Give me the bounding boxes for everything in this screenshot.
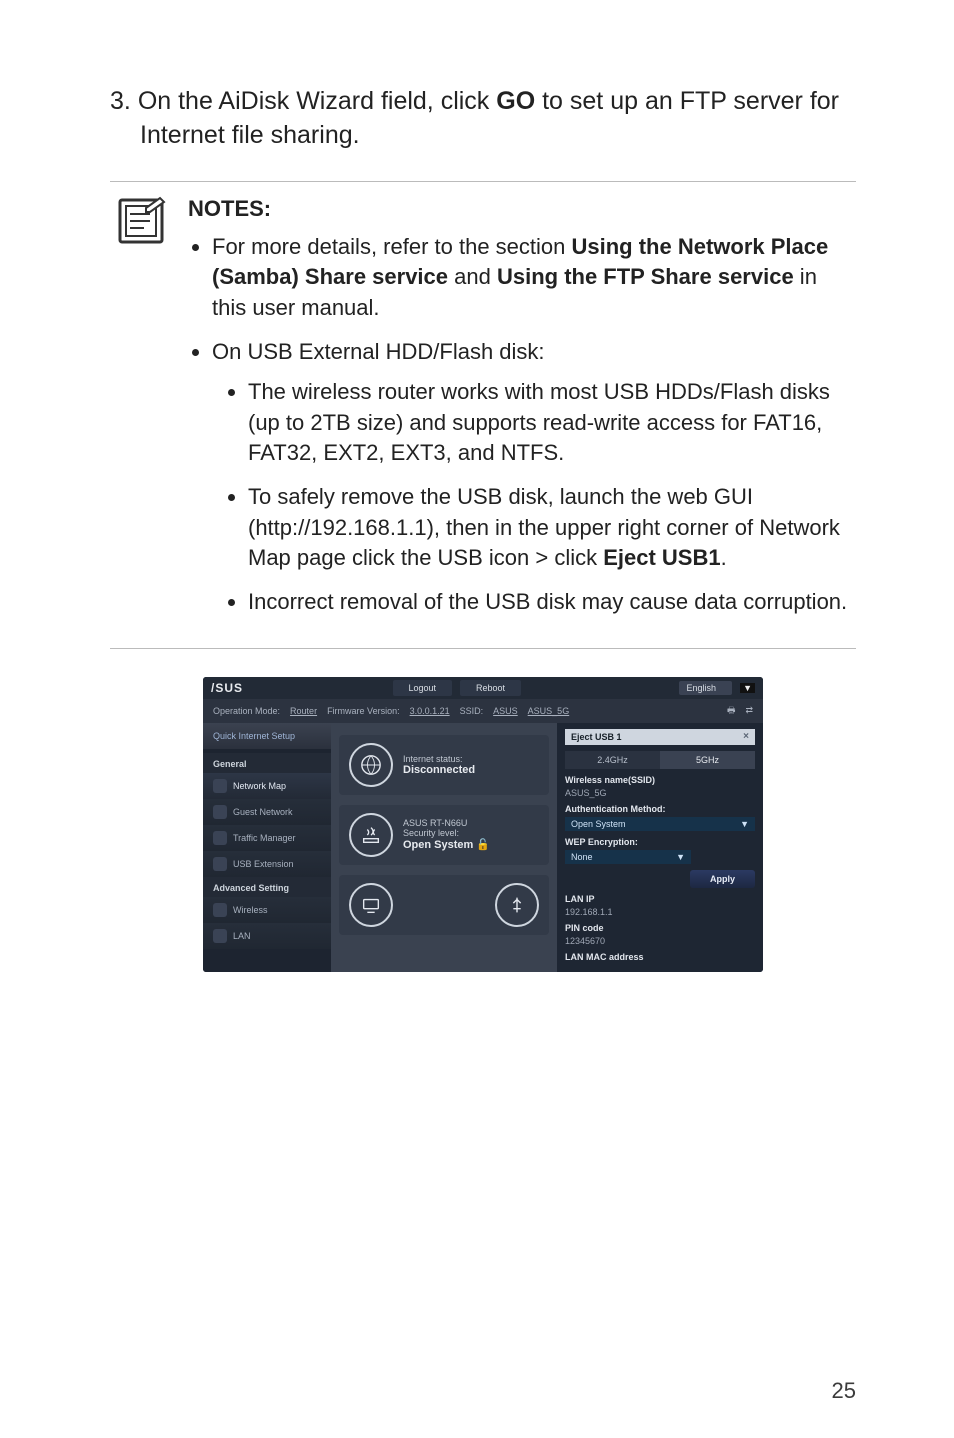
ssid-value: ASUS [493, 706, 518, 716]
mac-label: LAN MAC address [565, 952, 755, 962]
note-sub-c: Incorrect removal of the USB disk may ca… [248, 587, 856, 617]
router-topbar: /SUS Logout Reboot English ▼ [203, 677, 763, 699]
notes-list: For more details, refer to the section U… [188, 232, 856, 618]
sidebar-item-guest-network[interactable]: Guest Network [203, 799, 331, 825]
internet-status-card[interactable]: Internet status: Disconnected [339, 735, 549, 795]
notes-icon [110, 194, 172, 248]
note2b-bold: Eject USB1 [603, 545, 720, 570]
ssid2-value: ASUS_5G [528, 706, 570, 716]
ssid-label-right: Wireless name(SSID) [565, 775, 755, 785]
globe-icon [349, 743, 393, 787]
usb-icon [213, 857, 227, 871]
router-status-bar: Operation Mode: Router Firmware Version:… [203, 699, 763, 723]
logout-button[interactable]: Logout [393, 680, 453, 696]
tab-5ghz[interactable]: 5GHz [660, 751, 755, 769]
notepad-icon [114, 194, 168, 248]
page: 3. On the AiDisk Wizard field, click GO … [0, 0, 954, 1438]
sidebar-item-network-map[interactable]: Network Map [203, 773, 331, 799]
sidebar-section-advanced: Advanced Setting [203, 877, 331, 897]
note2b-prefix: To safely remove the USB disk, launch th… [248, 484, 840, 570]
note-sublist: The wireless router works with most USB … [212, 377, 856, 618]
opmode-label: Operation Mode: [213, 706, 280, 716]
note-item-1: For more details, refer to the section U… [212, 232, 856, 323]
sidebar-item-wireless[interactable]: Wireless [203, 897, 331, 923]
note-sub-b: To safely remove the USB disk, launch th… [248, 482, 856, 573]
language-select[interactable]: English [679, 681, 733, 695]
traffic-icon [213, 831, 227, 845]
notes-title: NOTES: [188, 194, 856, 224]
usb-drive-icon [495, 883, 539, 927]
ssid-value-right: ASUS_5G [565, 788, 755, 798]
monitor-icon [349, 883, 393, 927]
lanip-value: 192.168.1.1 [565, 907, 755, 917]
note1-mid: and [448, 264, 497, 289]
router-icon [349, 813, 393, 857]
router-device-text: ASUS RT-N66U Security level: Open System… [403, 818, 490, 851]
wep-select[interactable]: None▼ [565, 850, 691, 864]
step-bold: GO [496, 87, 535, 115]
band-tabs: 2.4GHz 5GHz [565, 751, 755, 769]
pin-value: 12345670 [565, 936, 755, 946]
step-number: 3. [110, 87, 131, 115]
lock-open-icon: 🔓 [476, 839, 490, 851]
notes-block: NOTES: For more details, refer to the se… [110, 181, 856, 649]
page-number: 25 [832, 1378, 856, 1404]
sidebar-item-traffic-manager[interactable]: Traffic Manager [203, 825, 331, 851]
step-3: 3. On the AiDisk Wizard field, click GO … [110, 85, 856, 153]
router-right-panel: Eject USB 1 2.4GHz 5GHz Wireless name(SS… [557, 723, 763, 972]
note2-text: On USB External HDD/Flash disk: [212, 339, 545, 364]
tab-24ghz[interactable]: 2.4GHz [565, 751, 660, 769]
router-main: Quick Internet Setup General Network Map… [203, 723, 763, 972]
topbar-printer-icon[interactable]: 🖶 [727, 703, 736, 719]
language-dropdown-icon[interactable]: ▼ [740, 683, 755, 693]
router-center: Internet status: Disconnected ASUS RT-N6… [331, 723, 557, 972]
sidebar-section-general: General [203, 753, 331, 773]
clients-card[interactable] [339, 875, 549, 935]
router-device-card[interactable]: ASUS RT-N66U Security level: Open System… [339, 805, 549, 865]
guest-icon [213, 805, 227, 819]
eject-usb-button[interactable]: Eject USB 1 [565, 729, 755, 745]
reboot-button[interactable]: Reboot [460, 680, 521, 696]
auth-select[interactable]: Open System▼ [565, 817, 755, 831]
lan-icon [213, 929, 227, 943]
sidebar-item-lan[interactable]: LAN [203, 923, 331, 949]
lanip-label: LAN IP [565, 894, 755, 904]
opmode-value[interactable]: Router [290, 706, 317, 716]
note-item-2: On USB External HDD/Flash disk: The wire… [212, 337, 856, 618]
router-sidebar: Quick Internet Setup General Network Map… [203, 723, 331, 972]
wireless-icon [213, 903, 227, 917]
auth-label: Authentication Method: [565, 804, 755, 814]
internet-status-text: Internet status: Disconnected [403, 754, 475, 776]
note1-prefix: For more details, refer to the section [212, 234, 572, 259]
fw-label: Firmware Version: [327, 706, 400, 716]
pin-label: PIN code [565, 923, 755, 933]
map-icon [213, 779, 227, 793]
chevron-down-icon: ▼ [676, 852, 685, 862]
step-text-prefix: On the AiDisk Wizard field, click [138, 87, 496, 115]
sidebar-item-usb-extension[interactable]: USB Extension [203, 851, 331, 877]
chevron-down-icon: ▼ [740, 819, 749, 829]
sidebar-qis[interactable]: Quick Internet Setup [203, 723, 331, 749]
note1-bold2: Using the FTP Share service [497, 264, 794, 289]
note2b-suffix: . [721, 545, 727, 570]
note-sub-a: The wireless router works with most USB … [248, 377, 856, 468]
wep-label: WEP Encryption: [565, 837, 755, 847]
notes-body: NOTES: For more details, refer to the se… [188, 194, 856, 632]
topbar-usb-icon[interactable]: ⇄ [745, 705, 753, 716]
apply-button[interactable]: Apply [690, 870, 755, 888]
fw-value[interactable]: 3.0.0.1.21 [410, 706, 450, 716]
router-logo: /SUS [211, 681, 243, 695]
router-screenshot: /SUS Logout Reboot English ▼ Operation M… [203, 677, 763, 972]
ssid-label: SSID: [460, 706, 484, 716]
